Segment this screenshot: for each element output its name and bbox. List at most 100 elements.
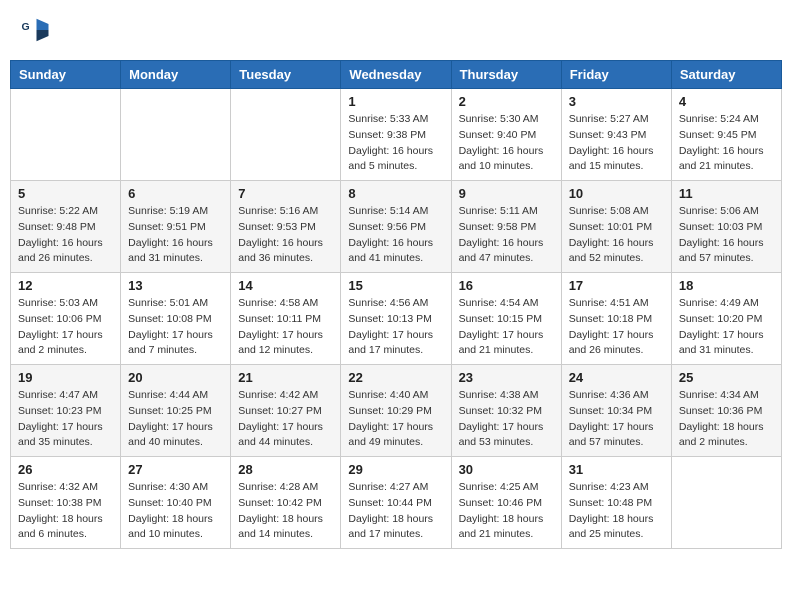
calendar-cell: 14 Sunrise: 4:58 AMSunset: 10:11 PMDaylig… xyxy=(231,273,341,365)
calendar-cell: 27 Sunrise: 4:30 AMSunset: 10:40 PMDaylig… xyxy=(121,457,231,549)
day-info: Sunrise: 4:30 AMSunset: 10:40 PMDaylight… xyxy=(128,480,223,543)
day-number: 28 xyxy=(238,462,333,477)
day-number: 3 xyxy=(569,94,664,109)
calendar-cell: 8Sunrise: 5:14 AMSunset: 9:56 PMDaylight… xyxy=(341,181,451,273)
header-cell-thursday: Thursday xyxy=(451,61,561,89)
calendar-cell: 25 Sunrise: 4:34 AMSunset: 10:36 PMDaylig… xyxy=(671,365,781,457)
calendar-cell: 18 Sunrise: 4:49 AMSunset: 10:20 PMDaylig… xyxy=(671,273,781,365)
calendar-week-3: 12 Sunrise: 5:03 AMSunset: 10:06 PMDaylig… xyxy=(11,273,782,365)
day-info: Sunrise: 5:11 AMSunset: 9:58 PMDaylight:… xyxy=(459,204,554,267)
calendar-cell: 1 Sunrise: 5:33 AMSunset: 9:38 PMDaylight… xyxy=(341,89,451,181)
day-info: Sunrise: 4:49 AMSunset: 10:20 PMDaylight… xyxy=(679,296,774,359)
day-info: Sunrise: 4:54 AMSunset: 10:15 PMDaylight… xyxy=(459,296,554,359)
day-number: 5 xyxy=(18,186,113,201)
calendar-table: SundayMondayTuesdayWednesdayThursdayFrid… xyxy=(10,60,782,549)
day-number: 13 xyxy=(128,278,223,293)
day-number: 22 xyxy=(348,370,443,385)
day-info: Sunrise: 4:40 AMSunset: 10:29 PMDaylight… xyxy=(348,388,443,451)
day-info: Sunrise: 5:30 AMSunset: 9:40 PMDaylight:… xyxy=(459,112,554,175)
calendar-week-4: 19 Sunrise: 4:47 AMSunset: 10:23 PMDaylig… xyxy=(11,365,782,457)
calendar-cell: 20 Sunrise: 4:44 AMSunset: 10:25 PMDaylig… xyxy=(121,365,231,457)
day-number: 14 xyxy=(238,278,333,293)
calendar-cell: 7Sunrise: 5:16 AMSunset: 9:53 PMDaylight… xyxy=(231,181,341,273)
day-info: Sunrise: 4:56 AMSunset: 10:13 PMDaylight… xyxy=(348,296,443,359)
header-row: SundayMondayTuesdayWednesdayThursdayFrid… xyxy=(11,61,782,89)
calendar-cell: 24Sunrise: 4:36 AMSunset: 10:34 PMDaylig… xyxy=(561,365,671,457)
calendar-cell: 28 Sunrise: 4:28 AMSunset: 10:42 PMDaylig… xyxy=(231,457,341,549)
day-info: Sunrise: 5:33 AMSunset: 9:38 PMDaylight:… xyxy=(348,112,443,175)
calendar-cell: 30Sunrise: 4:25 AMSunset: 10:46 PMDaylig… xyxy=(451,457,561,549)
day-number: 31 xyxy=(569,462,664,477)
header-cell-friday: Friday xyxy=(561,61,671,89)
day-number: 24 xyxy=(569,370,664,385)
day-info: Sunrise: 5:22 AMSunset: 9:48 PMDaylight:… xyxy=(18,204,113,267)
day-info: Sunrise: 5:03 AMSunset: 10:06 PMDaylight… xyxy=(18,296,113,359)
day-info: Sunrise: 4:27 AMSunset: 10:44 PMDaylight… xyxy=(348,480,443,543)
day-number: 29 xyxy=(348,462,443,477)
calendar-cell xyxy=(231,89,341,181)
page-header: G xyxy=(10,10,782,50)
day-info: Sunrise: 5:01 AMSunset: 10:08 PMDaylight… xyxy=(128,296,223,359)
day-number: 18 xyxy=(679,278,774,293)
day-info: Sunrise: 4:44 AMSunset: 10:25 PMDaylight… xyxy=(128,388,223,451)
day-number: 23 xyxy=(459,370,554,385)
day-info: Sunrise: 4:23 AMSunset: 10:48 PMDaylight… xyxy=(569,480,664,543)
day-number: 16 xyxy=(459,278,554,293)
day-info: Sunrise: 5:19 AMSunset: 9:51 PMDaylight:… xyxy=(128,204,223,267)
calendar-cell: 13 Sunrise: 5:01 AMSunset: 10:08 PMDaylig… xyxy=(121,273,231,365)
calendar-cell: 12 Sunrise: 5:03 AMSunset: 10:06 PMDaylig… xyxy=(11,273,121,365)
calendar-cell: 2 Sunrise: 5:30 AMSunset: 9:40 PMDaylight… xyxy=(451,89,561,181)
day-info: Sunrise: 5:08 AMSunset: 10:01 PMDaylight… xyxy=(569,204,664,267)
svg-text:G: G xyxy=(22,21,30,33)
day-info: Sunrise: 4:42 AMSunset: 10:27 PMDaylight… xyxy=(238,388,333,451)
calendar-cell xyxy=(11,89,121,181)
day-info: Sunrise: 4:34 AMSunset: 10:36 PMDaylight… xyxy=(679,388,774,451)
calendar-cell: 21Sunrise: 4:42 AMSunset: 10:27 PMDaylig… xyxy=(231,365,341,457)
day-info: Sunrise: 4:38 AMSunset: 10:32 PMDaylight… xyxy=(459,388,554,451)
day-info: Sunrise: 4:51 AMSunset: 10:18 PMDaylight… xyxy=(569,296,664,359)
header-cell-sunday: Sunday xyxy=(11,61,121,89)
calendar-cell: 9 Sunrise: 5:11 AMSunset: 9:58 PMDaylight… xyxy=(451,181,561,273)
header-cell-tuesday: Tuesday xyxy=(231,61,341,89)
day-info: Sunrise: 5:16 AMSunset: 9:53 PMDaylight:… xyxy=(238,204,333,267)
calendar-cell: 4Sunrise: 5:24 AMSunset: 9:45 PMDaylight… xyxy=(671,89,781,181)
day-info: Sunrise: 4:25 AMSunset: 10:46 PMDaylight… xyxy=(459,480,554,543)
calendar-week-2: 5 Sunrise: 5:22 AMSunset: 9:48 PMDaylight… xyxy=(11,181,782,273)
day-number: 6 xyxy=(128,186,223,201)
day-number: 9 xyxy=(459,186,554,201)
day-number: 11 xyxy=(679,186,774,201)
day-number: 26 xyxy=(18,462,113,477)
day-number: 19 xyxy=(18,370,113,385)
logo-icon: G xyxy=(20,15,50,45)
calendar-cell: 26Sunrise: 4:32 AMSunset: 10:38 PMDaylig… xyxy=(11,457,121,549)
day-info: Sunrise: 4:28 AMSunset: 10:42 PMDaylight… xyxy=(238,480,333,543)
calendar-body: 1 Sunrise: 5:33 AMSunset: 9:38 PMDaylight… xyxy=(11,89,782,549)
calendar-cell: 31 Sunrise: 4:23 AMSunset: 10:48 PMDaylig… xyxy=(561,457,671,549)
calendar-cell: 10 Sunrise: 5:08 AMSunset: 10:01 PMDaylig… xyxy=(561,181,671,273)
calendar-cell: 17 Sunrise: 4:51 AMSunset: 10:18 PMDaylig… xyxy=(561,273,671,365)
day-info: Sunrise: 5:24 AMSunset: 9:45 PMDaylight:… xyxy=(679,112,774,175)
calendar-week-5: 26Sunrise: 4:32 AMSunset: 10:38 PMDaylig… xyxy=(11,457,782,549)
day-number: 25 xyxy=(679,370,774,385)
day-number: 17 xyxy=(569,278,664,293)
day-number: 15 xyxy=(348,278,443,293)
day-number: 27 xyxy=(128,462,223,477)
day-number: 2 xyxy=(459,94,554,109)
header-cell-wednesday: Wednesday xyxy=(341,61,451,89)
day-info: Sunrise: 4:47 AMSunset: 10:23 PMDaylight… xyxy=(18,388,113,451)
calendar-cell: 3Sunrise: 5:27 AMSunset: 9:43 PMDaylight… xyxy=(561,89,671,181)
day-info: Sunrise: 5:06 AMSunset: 10:03 PMDaylight… xyxy=(679,204,774,267)
day-info: Sunrise: 4:58 AMSunset: 10:11 PMDaylight… xyxy=(238,296,333,359)
day-number: 12 xyxy=(18,278,113,293)
calendar-cell: 29 Sunrise: 4:27 AMSunset: 10:44 PMDaylig… xyxy=(341,457,451,549)
day-info: Sunrise: 5:14 AMSunset: 9:56 PMDaylight:… xyxy=(348,204,443,267)
calendar-cell: 23 Sunrise: 4:38 AMSunset: 10:32 PMDaylig… xyxy=(451,365,561,457)
day-number: 10 xyxy=(569,186,664,201)
day-number: 1 xyxy=(348,94,443,109)
header-cell-monday: Monday xyxy=(121,61,231,89)
day-number: 20 xyxy=(128,370,223,385)
calendar-cell: 11 Sunrise: 5:06 AMSunset: 10:03 PMDaylig… xyxy=(671,181,781,273)
calendar-cell: 5 Sunrise: 5:22 AMSunset: 9:48 PMDaylight… xyxy=(11,181,121,273)
calendar-cell: 6 Sunrise: 5:19 AMSunset: 9:51 PMDaylight… xyxy=(121,181,231,273)
calendar-week-1: 1 Sunrise: 5:33 AMSunset: 9:38 PMDaylight… xyxy=(11,89,782,181)
